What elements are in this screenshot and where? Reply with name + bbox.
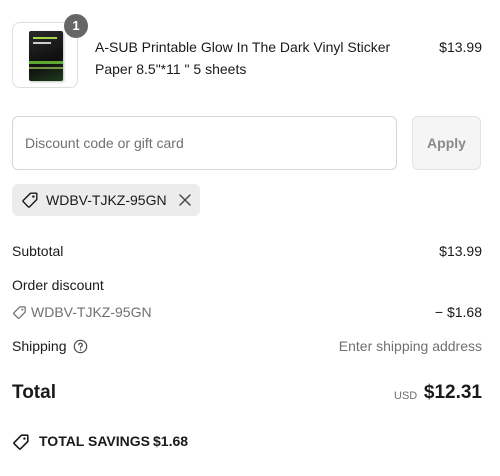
- product-title-line1: A-SUB Printable Glow In The Dark Vinyl S…: [95, 39, 391, 55]
- subtotal-value: $13.99: [439, 243, 482, 259]
- total-label: Total: [12, 382, 56, 403]
- total-savings-value: $1.68: [153, 433, 189, 449]
- shipping-label: Shipping: [12, 338, 67, 354]
- shipping-value: Enter shipping address: [338, 338, 482, 354]
- product-title-line2: Paper 8.5"*11 " 5 sheets: [95, 61, 247, 77]
- cart-line-item: 1 A-SUB Printable Glow In The Dark Vinyl…: [12, 14, 482, 90]
- apply-button[interactable]: Apply: [412, 116, 481, 170]
- tag-icon: [12, 305, 27, 325]
- order-discount-label: Order discount: [12, 277, 104, 293]
- quantity-badge: 1: [64, 14, 88, 38]
- total-value: $12.31: [423, 382, 482, 403]
- product-title: A-SUB Printable Glow In The Dark Vinyl S…: [95, 36, 420, 80]
- close-icon[interactable]: [176, 191, 194, 214]
- subtotal-label: Subtotal: [12, 243, 64, 259]
- discount-code-text: WDBV-TJKZ-95GN: [31, 304, 152, 320]
- total-savings-label: TOTAL SAVINGS: [39, 433, 150, 449]
- tag-icon: [21, 191, 39, 214]
- discount-value: − $1.68: [434, 304, 482, 320]
- question-circle-icon[interactable]: [73, 339, 88, 359]
- tag-icon: [12, 433, 30, 455]
- applied-discount-chip: WDBV-TJKZ-95GN: [12, 184, 200, 216]
- product-image: [29, 31, 63, 81]
- applied-discount-code: WDBV-TJKZ-95GN: [46, 192, 167, 208]
- product-price: $13.99: [439, 39, 482, 55]
- discount-code-input[interactable]: Discount code or gift card: [12, 116, 397, 170]
- total-currency: USD: [394, 390, 418, 402]
- discount-code-line: WDBV-TJKZ-95GN: [12, 302, 152, 325]
- shipping-label-group: Shipping: [12, 336, 88, 359]
